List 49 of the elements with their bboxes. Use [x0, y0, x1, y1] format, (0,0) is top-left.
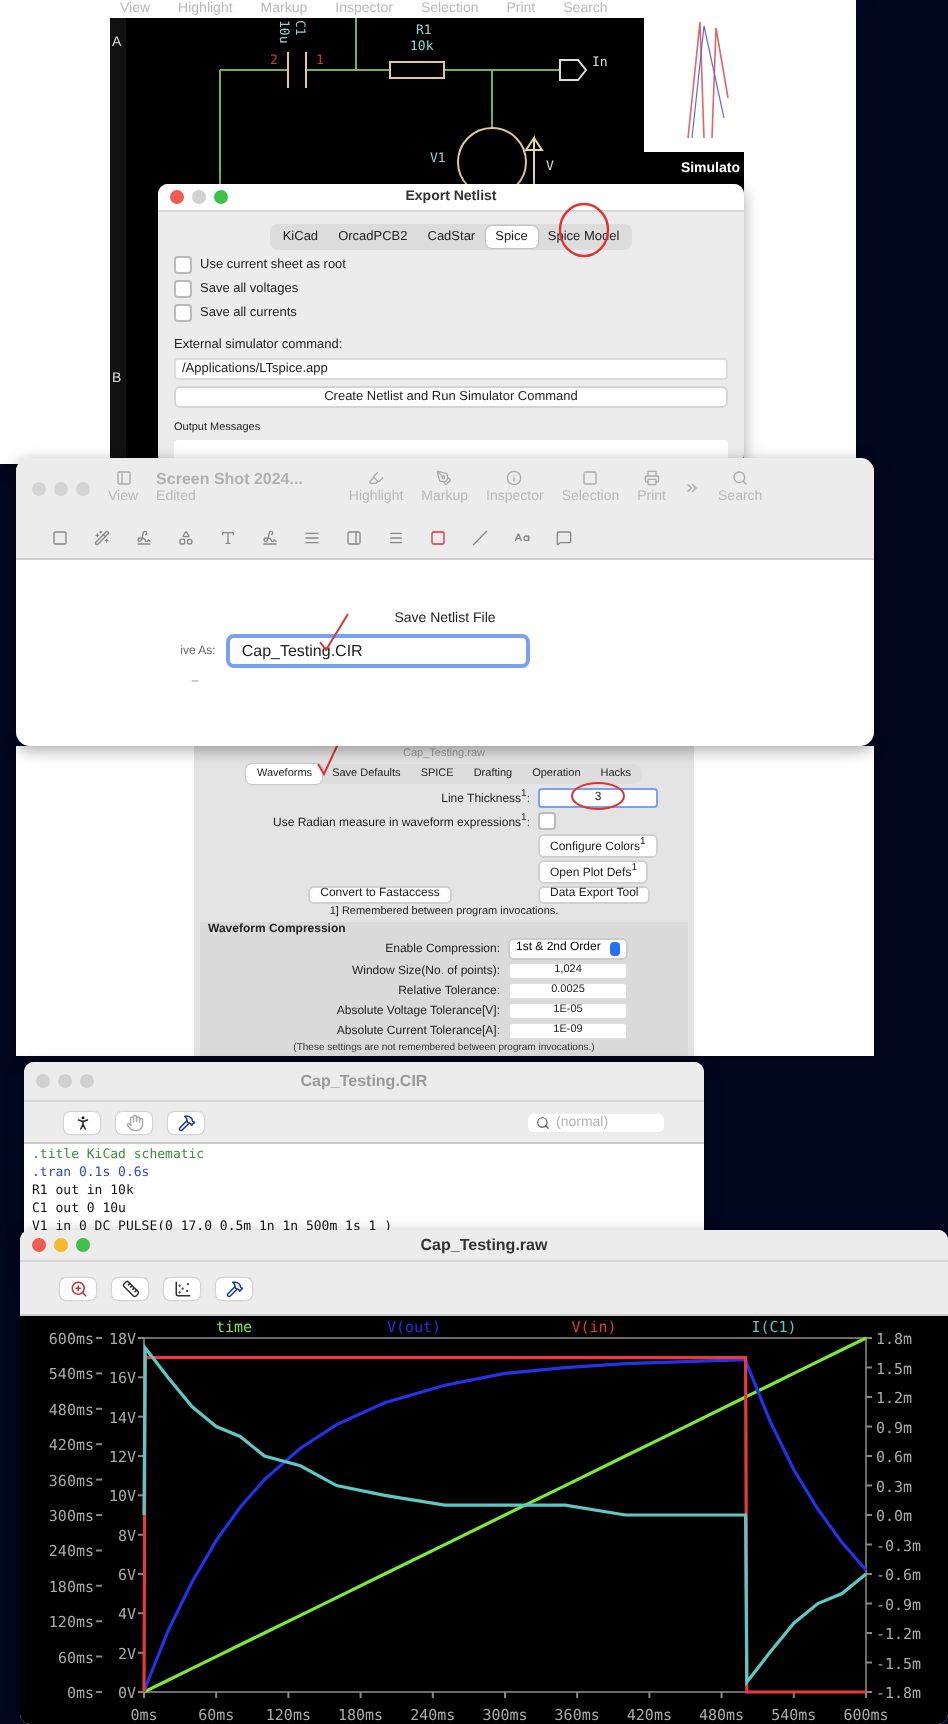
select-icon[interactable]	[52, 530, 68, 546]
annotation-circle	[571, 782, 625, 810]
wand-icon[interactable]	[94, 530, 110, 546]
minimize-button[interactable]	[54, 481, 68, 495]
window-title: Screen Shot 2024...	[156, 470, 303, 488]
markup-icon[interactable]	[436, 470, 453, 486]
minimize-button[interactable]	[54, 1238, 68, 1252]
line-weight-icon[interactable]	[388, 530, 404, 546]
info-icon[interactable]	[506, 470, 523, 486]
checkbox[interactable]	[174, 280, 192, 298]
stepper-icon	[610, 942, 620, 956]
hammer-icon[interactable]	[168, 1111, 204, 1133]
fill-color-icon[interactable]	[472, 530, 488, 546]
sketch-icon[interactable]	[136, 530, 152, 546]
comment-icon[interactable]	[556, 530, 572, 546]
shapes-icon[interactable]	[178, 530, 194, 546]
run-icon[interactable]	[64, 1111, 100, 1133]
checkbox[interactable]	[174, 256, 192, 274]
scatter-icon[interactable]	[164, 1277, 200, 1299]
search-icon	[536, 1115, 550, 1129]
hand-icon[interactable]	[116, 1111, 152, 1133]
close-button[interactable]	[32, 1238, 46, 1252]
sidebar-icon[interactable]	[115, 470, 132, 486]
signature-icon[interactable]	[262, 530, 278, 546]
zoom-button[interactable]	[76, 481, 90, 495]
checkbox[interactable]	[174, 304, 192, 322]
checkbox[interactable]	[538, 812, 556, 830]
filename-field[interactable]: Cap_Testing.CIR	[225, 634, 530, 668]
selection-icon[interactable]	[582, 470, 599, 486]
window-title: Cap_Testing.raw	[420, 1236, 548, 1254]
highlight-icon[interactable]	[368, 470, 385, 486]
minimize-button[interactable]	[192, 190, 206, 204]
border-color-icon[interactable]	[430, 530, 446, 546]
align-icon[interactable]	[304, 530, 320, 546]
zoom-button[interactable]	[76, 1238, 90, 1252]
window-title: Cap_Testing.CIR	[300, 1072, 428, 1090]
ruler-icon[interactable]	[112, 1277, 148, 1299]
font-icon[interactable]	[514, 530, 530, 546]
close-button[interactable]	[170, 190, 184, 204]
zoom-button[interactable]	[214, 190, 228, 204]
minimize-button[interactable]	[58, 1074, 72, 1088]
print-icon[interactable]	[643, 470, 660, 486]
search-icon[interactable]	[732, 470, 749, 486]
panel-icon[interactable]	[346, 530, 362, 546]
more-icon[interactable]	[684, 480, 701, 496]
text-box-icon[interactable]	[220, 530, 236, 546]
zoom-button[interactable]	[80, 1074, 94, 1088]
hammer-icon[interactable]	[216, 1277, 252, 1299]
zoom-icon[interactable]	[60, 1277, 96, 1299]
